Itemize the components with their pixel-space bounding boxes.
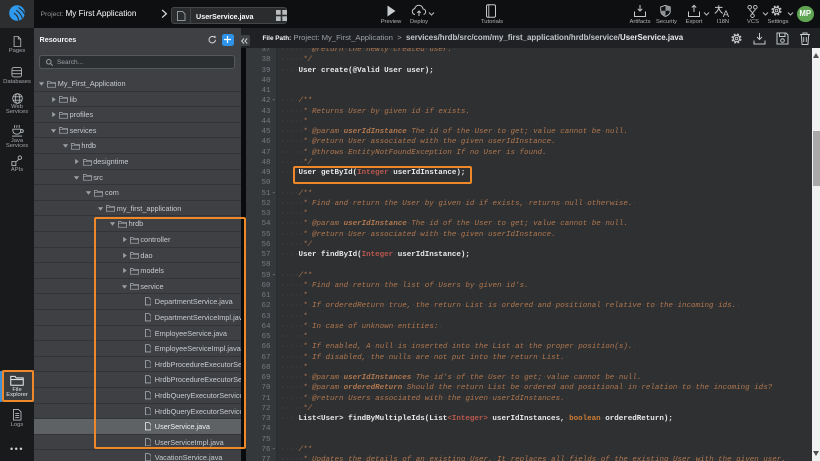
svg-text:A: A [723, 9, 730, 18]
